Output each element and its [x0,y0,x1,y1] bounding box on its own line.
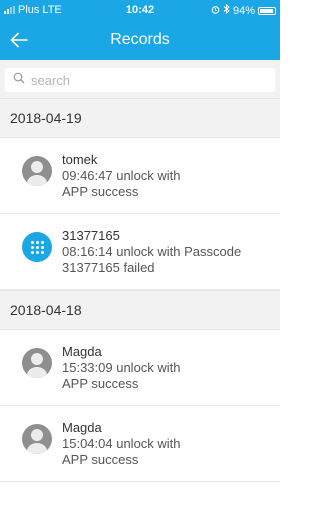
record-text: Magda 15:04:04 unlock with APP success [62,420,181,468]
date-header: 2018-04-19 [0,98,280,138]
page-title: Records [110,31,170,48]
record-name: tomek [62,152,98,167]
record-text: tomek 09:46:47 unlock with APP success [62,152,181,200]
record-name: Magda [62,344,102,359]
search-box[interactable] [5,68,275,92]
search-bar [0,60,280,98]
search-input[interactable] [31,72,267,88]
record-line2: 31377165 failed [62,260,155,275]
battery-percent: 94% [232,4,255,17]
record-line1: 15:04:04 unlock with [62,436,181,451]
user-avatar-icon [22,156,52,186]
record-line2: APP success [62,184,139,199]
user-avatar-icon [22,424,52,454]
bluetooth-icon [223,3,230,17]
app-header: Records [0,20,280,60]
alarm-icon [211,5,220,17]
record-name: 31377165 [62,228,120,243]
record-name: Magda [62,420,102,435]
record-item[interactable]: Magda 15:33:09 unlock with APP success [0,330,280,406]
record-text: Magda 15:33:09 unlock with APP success [62,344,181,392]
date-header: 2018-04-18 [0,290,280,330]
record-line1: 15:33:09 unlock with [62,360,181,375]
search-icon [13,71,25,89]
record-line1: 08:16:14 unlock with Passcode [62,244,242,259]
keypad-icon [22,232,52,262]
record-line1: 09:46:47 unlock with [62,168,181,183]
record-item[interactable]: tomek 09:46:47 unlock with APP success [0,138,280,214]
record-text: 31377165 08:16:14 unlock with Passcode 3… [62,228,241,276]
status-icons: 94% [211,3,276,17]
status-bar: Plus LTE 10:42 94% [0,0,280,20]
record-line2: APP success [62,376,139,391]
record-item[interactable]: 31377165 08:16:14 unlock with Passcode 3… [0,214,280,290]
record-line2: APP success [62,452,139,467]
battery-icon [258,6,276,15]
record-item[interactable]: Magda 15:04:04 unlock with APP success [0,406,280,482]
user-avatar-icon [22,348,52,378]
